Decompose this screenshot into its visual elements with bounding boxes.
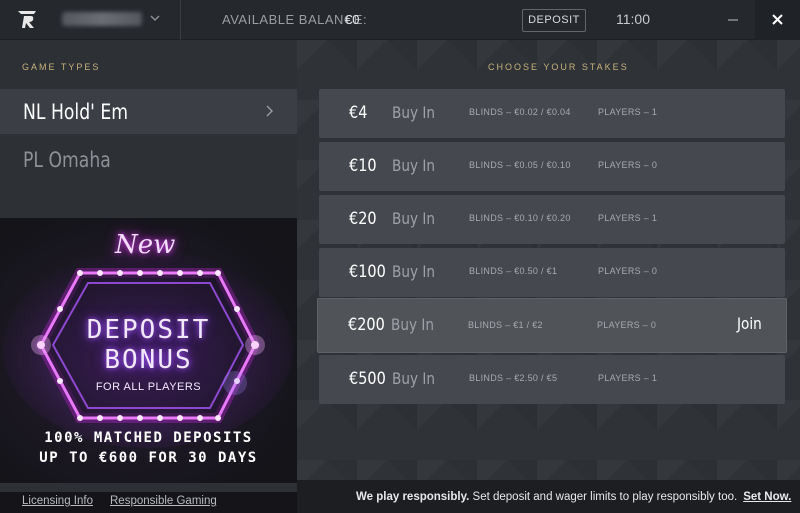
responsible-gaming-bold: We play responsibly. bbox=[356, 491, 470, 503]
stake-players: PLAYERS – 1 bbox=[598, 107, 658, 117]
game-type-label: NL Hold' Em bbox=[23, 100, 129, 124]
stake-players: PLAYERS – 1 bbox=[598, 213, 658, 223]
stake-blinds: BLINDS – €0.02 / €0.04 bbox=[469, 107, 571, 117]
responsible-gaming-message: We play responsibly. Set deposit and wag… bbox=[356, 491, 791, 503]
stakes-panel: CHOOSE YOUR STAKES €4 Buy In BLINDS – €0… bbox=[297, 40, 800, 480]
game-type-label: PL Omaha bbox=[23, 148, 111, 172]
stake-amount: €10 bbox=[349, 156, 377, 176]
join-button[interactable]: Join bbox=[737, 314, 762, 333]
stake-players: PLAYERS – 0 bbox=[598, 160, 658, 170]
game-types-title: GAME TYPES bbox=[22, 62, 101, 72]
buy-in-button[interactable]: Buy In bbox=[392, 262, 435, 281]
promo-title-line1: DEPOSIT bbox=[86, 315, 211, 345]
responsible-gaming-link[interactable]: Responsible Gaming bbox=[110, 495, 217, 507]
close-button[interactable] bbox=[755, 0, 800, 40]
responsible-gaming-text: Set deposit and wager limits to play res… bbox=[469, 491, 738, 503]
buy-in-button[interactable]: Buy In bbox=[392, 103, 435, 122]
stake-amount: €4 bbox=[349, 103, 368, 123]
responsible-gaming-bar: We play responsibly. Set deposit and wag… bbox=[297, 480, 800, 513]
stake-amount: €500 bbox=[349, 369, 386, 389]
logo-icon[interactable] bbox=[16, 8, 38, 30]
stake-players: PLAYERS – 0 bbox=[597, 320, 657, 330]
chevron-down-icon[interactable] bbox=[148, 11, 162, 25]
buy-in-button[interactable]: Buy In bbox=[392, 369, 435, 388]
promo-tagline-1: 100% MATCHED DEPOSITS bbox=[44, 430, 253, 446]
balance-value: €0 bbox=[345, 12, 360, 27]
deposit-bonus-banner[interactable]: New DEPOSIT BONUS FOR ALL PLAYERS 100% M… bbox=[0, 218, 297, 483]
game-type-pl-omaha[interactable]: PL Omaha bbox=[0, 137, 297, 182]
stake-blinds: BLINDS – €0.10 / €0.20 bbox=[469, 213, 571, 223]
game-type-nl-holdem[interactable]: NL Hold' Em bbox=[0, 89, 297, 134]
stake-blinds: BLINDS – €1 / €2 bbox=[468, 320, 543, 330]
buy-in-button[interactable]: Buy In bbox=[392, 156, 435, 175]
stakes-title: CHOOSE YOUR STAKES bbox=[488, 62, 629, 72]
stake-players: PLAYERS – 0 bbox=[598, 266, 658, 276]
stake-row-200[interactable]: €200 Buy In BLINDS – €1 / €2 PLAYERS – 0… bbox=[317, 298, 787, 353]
stake-amount: €200 bbox=[348, 315, 385, 335]
close-icon[interactable] bbox=[771, 13, 784, 26]
deposit-button[interactable]: DEPOSIT bbox=[522, 9, 586, 32]
stake-row-20[interactable]: €20 Buy In BLINDS – €0.10 / €0.20 PLAYER… bbox=[319, 195, 785, 244]
stake-amount: €20 bbox=[349, 209, 377, 229]
promo-title-line2: BONUS bbox=[104, 345, 193, 375]
footer-links: Licensing Info Responsible Gaming bbox=[0, 492, 297, 513]
promo-new-label: New bbox=[115, 230, 176, 260]
stake-blinds: BLINDS – €2.50 / €5 bbox=[469, 373, 558, 383]
stake-row-100[interactable]: €100 Buy In BLINDS – €0.50 / €1 PLAYERS … bbox=[319, 248, 785, 297]
clock: 11:00 bbox=[616, 11, 650, 27]
buy-in-button[interactable]: Buy In bbox=[391, 315, 434, 334]
game-types-panel: GAME TYPES NL Hold' Em PL Omaha New DEPO… bbox=[0, 40, 297, 513]
stake-amount: €100 bbox=[349, 262, 386, 282]
licensing-info-link[interactable]: Licensing Info bbox=[22, 495, 93, 507]
minimize-icon[interactable] bbox=[726, 12, 740, 26]
top-bar: AVAILABLE BALANCE: €0 DEPOSIT 11:00 bbox=[0, 0, 800, 40]
stake-blinds: BLINDS – €0.50 / €1 bbox=[469, 266, 558, 276]
stake-row-500[interactable]: €500 Buy In BLINDS – €2.50 / €5 PLAYERS … bbox=[319, 355, 785, 404]
buy-in-button[interactable]: Buy In bbox=[392, 209, 435, 228]
stake-row-10[interactable]: €10 Buy In BLINDS – €0.05 / €0.10 PLAYER… bbox=[319, 142, 785, 191]
promo-subtitle: FOR ALL PLAYERS bbox=[95, 381, 202, 393]
set-now-link[interactable]: Set Now. bbox=[743, 491, 791, 503]
stake-row-4[interactable]: €4 Buy In BLINDS – €0.02 / €0.04 PLAYERS… bbox=[319, 89, 785, 138]
username-blurred[interactable] bbox=[62, 12, 142, 26]
stake-players: PLAYERS – 1 bbox=[598, 373, 658, 383]
divider bbox=[180, 0, 181, 40]
stake-blinds: BLINDS – €0.05 / €0.10 bbox=[469, 160, 571, 170]
promo-tagline-2: UP TO €600 FOR 30 DAYS bbox=[39, 450, 258, 466]
chevron-right-icon bbox=[266, 105, 273, 117]
